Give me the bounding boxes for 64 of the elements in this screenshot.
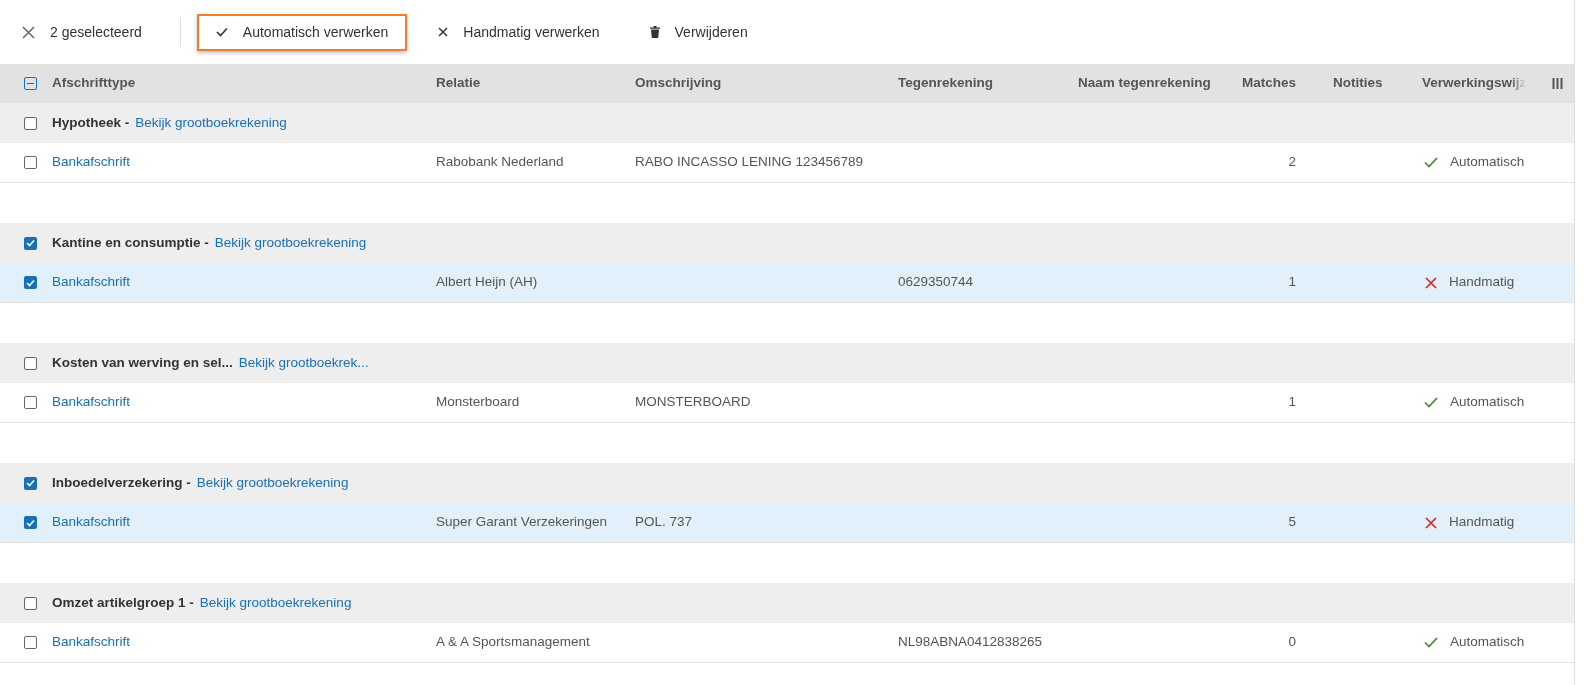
matches-count: 5 [1288, 514, 1296, 530]
column-header[interactable]: Relatie [436, 75, 481, 91]
column-header[interactable]: Tegenrekening [898, 75, 994, 91]
checkbox[interactable] [24, 77, 37, 90]
trash-icon [649, 26, 660, 38]
table-cell: Monsterboard [436, 394, 520, 410]
processing-mode: Automatisch [1450, 393, 1525, 412]
selection-count: 2 geselecteerd [50, 22, 142, 42]
group-name: Hypotheek - [52, 113, 130, 132]
table-cell: Rabobank Nederland [436, 154, 564, 170]
checkbox[interactable] [24, 396, 37, 409]
check-icon [215, 27, 228, 37]
processing-mode: Automatisch [1450, 633, 1525, 652]
matches-count: 1 [1288, 394, 1296, 410]
table-cell: 0629350744 [898, 274, 974, 290]
ledger-link[interactable]: Bekijk grootboekrekening [135, 112, 287, 134]
ledger-link[interactable]: Bekijk grootboekrekening [214, 232, 367, 254]
statement-type-link[interactable]: Bankafschrift [52, 394, 131, 410]
table-cell: Super Garant Verzekeringen [436, 514, 608, 530]
columns-icon[interactable] [1552, 78, 1563, 89]
table-row[interactable]: Bankafschrift Albert Heijn (AH) 0629350744 1 Handmatig [0, 263, 1574, 303]
processing-mode: Handmatig [1449, 273, 1515, 292]
group-name: Kantine en consumptie - [52, 233, 209, 252]
column-header[interactable]: Naam tegenrekening [1078, 75, 1210, 91]
column-header[interactable]: Notities [1333, 75, 1383, 91]
checkbox[interactable] [24, 636, 37, 649]
table-cell: A & A Sportsmanagement [436, 634, 590, 650]
action-button[interactable]: Verwijderen [630, 13, 767, 51]
processing-mode: Automatisch [1450, 153, 1525, 172]
table-cell: Albert Heijn (AH) [436, 274, 538, 290]
checkbox[interactable] [24, 356, 37, 370]
checkbox[interactable] [24, 156, 37, 169]
action-button[interactable]: Handmatig verwerken [419, 13, 619, 51]
table-row[interactable]: Bankafschrift Super Garant Verzekeringen POL. 737 5 Handmatig [0, 503, 1574, 543]
ledger-link[interactable]: Bekijk grootboekrekening [199, 592, 352, 614]
action-button[interactable]: Automatisch verwerken [196, 13, 408, 51]
column-header[interactable]: Afschrifttype [52, 75, 136, 91]
table-cell: NL98ABNA0412838265 [898, 634, 1043, 650]
close-icon [438, 27, 449, 37]
group-name: Kosten van werving en sel... [52, 353, 233, 372]
matches-count: 0 [1288, 634, 1296, 650]
matches-count: 2 [1288, 154, 1296, 170]
checkbox[interactable] [24, 476, 37, 490]
statement-type-link[interactable]: Bankafschrift [52, 154, 131, 170]
ledger-link[interactable]: Bekijk grootboekrekening [196, 472, 349, 494]
checkbox[interactable] [24, 516, 37, 529]
matches-count: 1 [1288, 274, 1296, 290]
checkbox[interactable] [24, 116, 37, 130]
column-header[interactable]: Matches [1241, 75, 1296, 91]
checkbox[interactable] [24, 276, 37, 289]
group-name: Omzet artikelgroep 1 - [52, 593, 194, 612]
statement-type-link[interactable]: Bankafschrift [52, 634, 131, 650]
table-cell: RABO INCASSO LENING 123456789 [635, 154, 864, 170]
close-icon[interactable] [22, 25, 35, 39]
statement-type-link[interactable]: Bankafschrift [52, 274, 131, 290]
group-name: Inboedelverzekering - [52, 473, 191, 492]
processing-mode: Handmatig [1449, 513, 1515, 532]
checkbox[interactable] [24, 596, 37, 610]
table-cell: POL. 737 [635, 514, 693, 530]
column-header[interactable]: Omschrijving [635, 75, 722, 91]
ledger-link[interactable]: Bekijk grootboekrek... [238, 352, 369, 374]
statement-type-link[interactable]: Bankafschrift [52, 514, 131, 530]
checkbox[interactable] [24, 236, 37, 250]
table-cell: MONSTERBOARD [635, 394, 751, 410]
